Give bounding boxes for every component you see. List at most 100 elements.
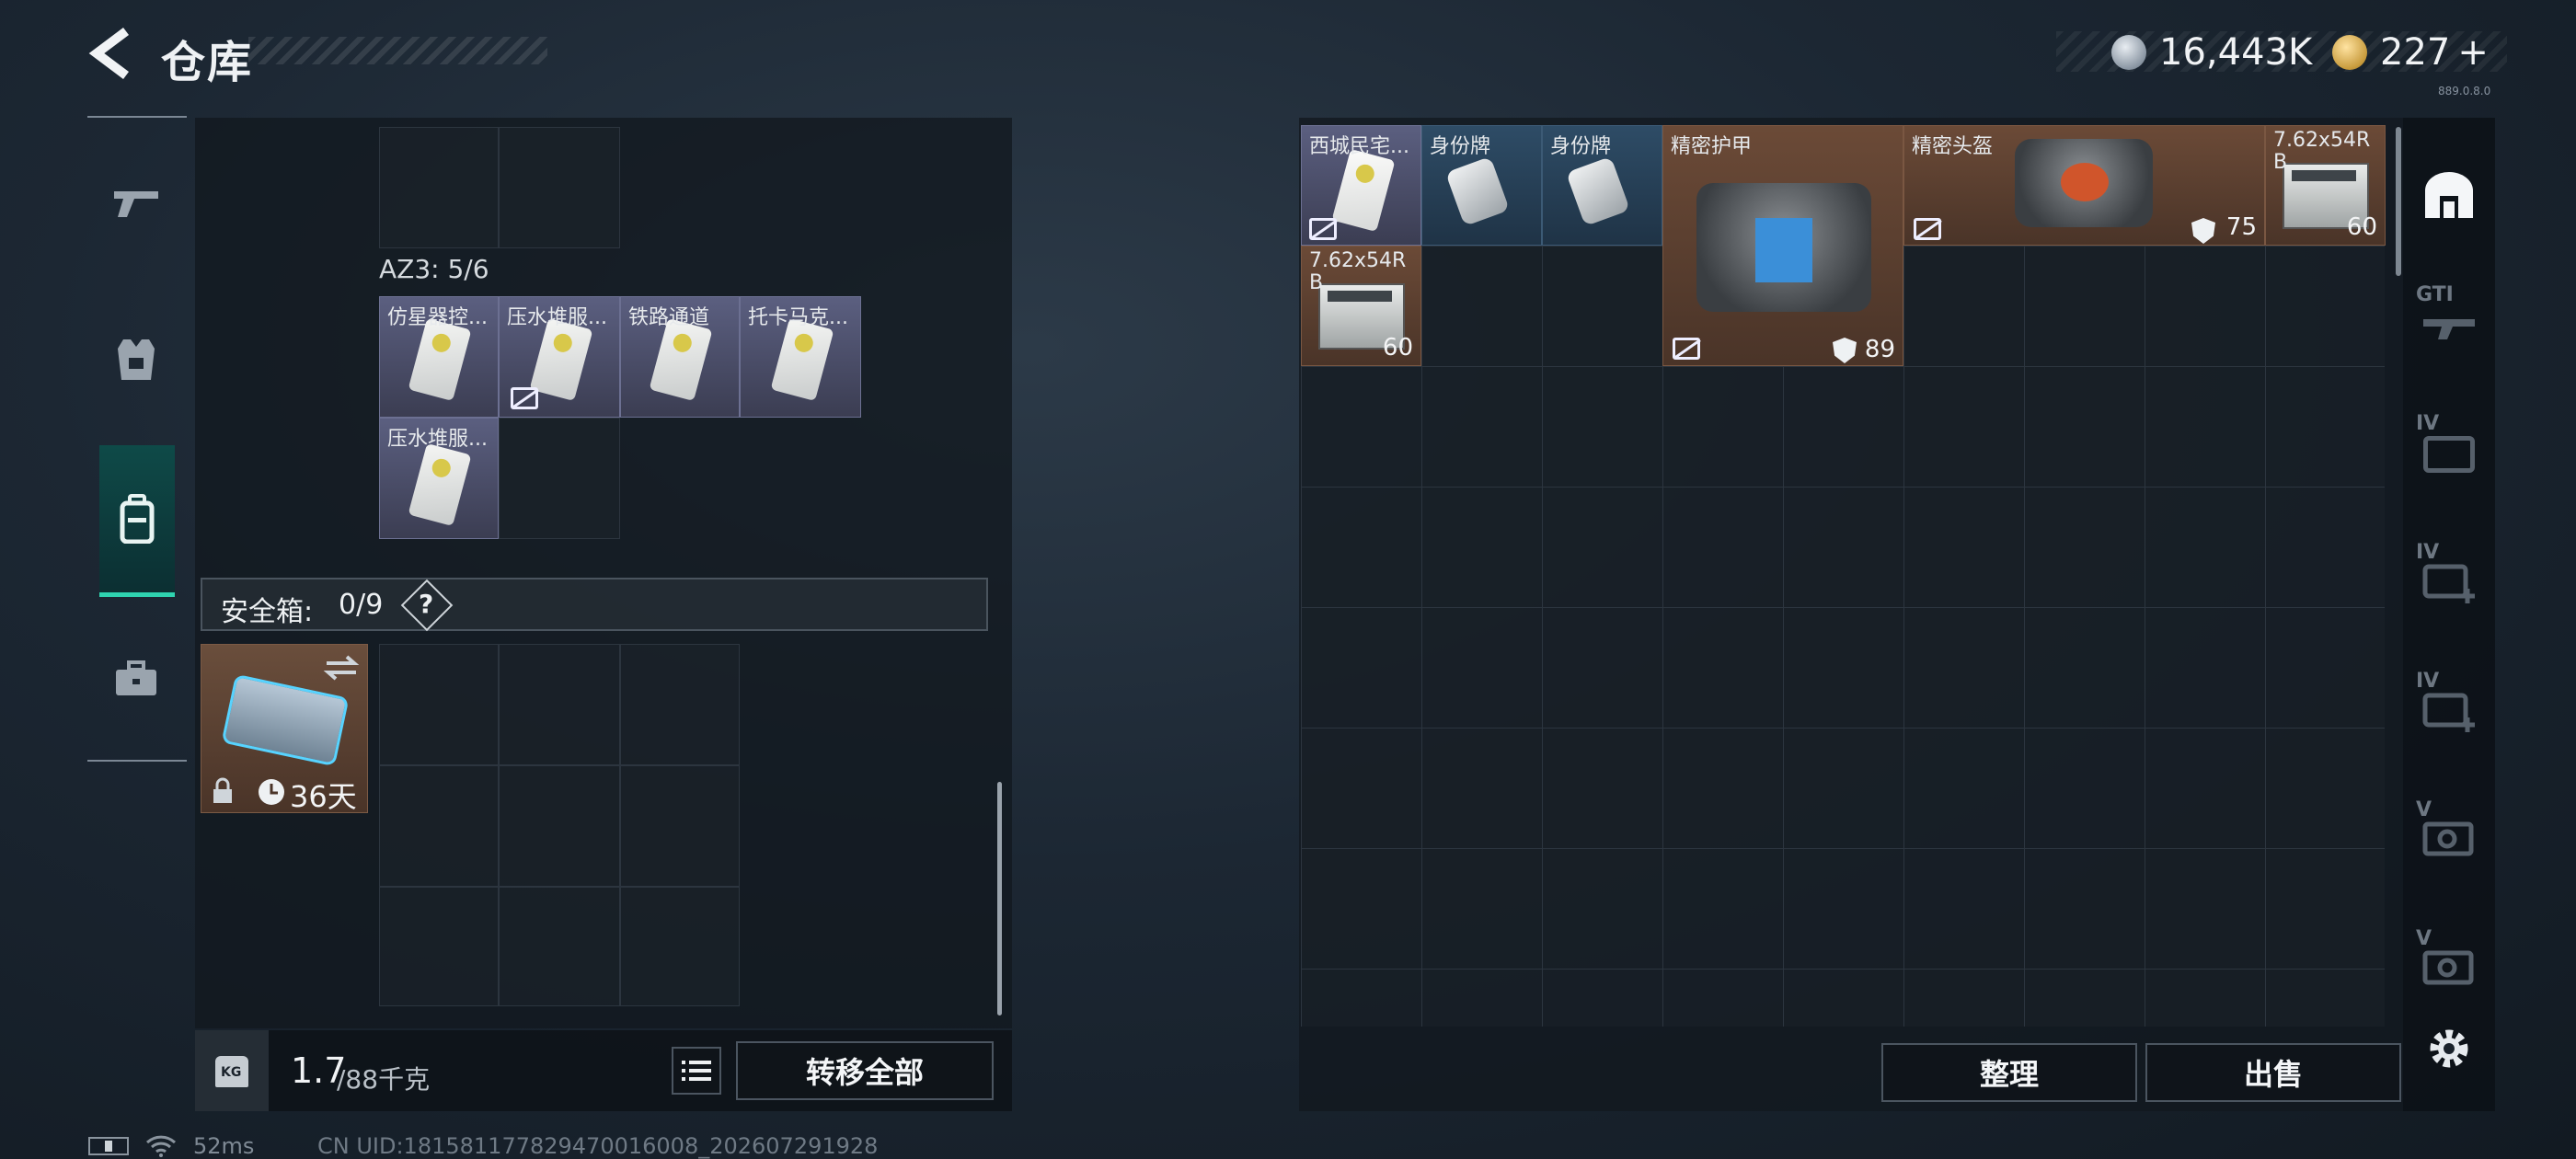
nav-case[interactable] <box>99 642 173 716</box>
weight-icon-box: KG <box>195 1030 269 1111</box>
stash-item[interactable]: 西城民宅... <box>1301 125 1421 246</box>
rifle-icon <box>2423 319 2475 339</box>
safebox-label: 安全箱: <box>221 596 314 628</box>
durability-value: 75 <box>2225 213 2257 241</box>
version-label: 889.0.8.0 <box>2438 85 2491 98</box>
durability-value: 89 <box>1864 336 1895 363</box>
gold-add-icon[interactable]: + <box>2457 31 2489 74</box>
stash-tab-ammo[interactable]: IV <box>2403 396 2495 497</box>
item-count: 60 <box>1382 334 1413 361</box>
stash-item[interactable]: 7.62x54R B 60 <box>1301 246 1421 366</box>
tool-icon <box>2422 950 2474 985</box>
clock-icon <box>259 779 284 805</box>
wifi-icon <box>145 1135 177 1157</box>
stash-item-helmet[interactable]: 精密头盔 75 <box>1903 125 2265 246</box>
no-insure-icon <box>1914 218 1941 240</box>
stash-item-armor[interactable]: 精密护甲 89 <box>1662 125 1903 366</box>
stash-tab-medical-2[interactable]: IV <box>2403 653 2495 754</box>
item-name: 精密头盔 <box>1912 135 1994 158</box>
help-label: ? <box>419 589 434 619</box>
settings-button[interactable] <box>2423 1023 2475 1074</box>
grid-cell <box>499 887 620 1006</box>
backpack-scrollbar[interactable] <box>997 782 1002 1016</box>
sort-button[interactable]: 整理 <box>1881 1043 2137 1102</box>
backpack-item[interactable]: 铁路通道 <box>620 296 740 418</box>
backpack-item[interactable]: 托卡马克... <box>740 296 861 418</box>
item-name: 西城民宅... <box>1309 135 1409 158</box>
stash-item[interactable]: 身份牌 <box>1542 125 1662 246</box>
item-name: 压水堆服... <box>387 428 488 451</box>
stash-tab-medical[interactable]: IV <box>2403 524 2495 625</box>
battery-icon <box>88 1137 129 1155</box>
folder-icon <box>2423 436 2475 473</box>
tab-label: GTI <box>2416 283 2454 306</box>
helmet-visor-icon <box>2061 163 2109 201</box>
item-name: 身份牌 <box>1550 135 1612 158</box>
stash-item[interactable]: 身份牌 <box>1421 125 1542 246</box>
medkit-icon <box>2422 693 2475 732</box>
keycard-icon <box>1331 148 1396 233</box>
nav-backpack[interactable] <box>99 445 175 597</box>
grid-cell <box>499 765 620 887</box>
vest-icon <box>118 339 155 380</box>
page-title: 仓库 <box>161 37 254 88</box>
grid-cell <box>379 887 499 1006</box>
tab-label: IV <box>2416 541 2440 564</box>
grid-cell <box>620 644 740 765</box>
tool-icon <box>2422 821 2474 856</box>
item-name: 仿星器控... <box>387 306 488 329</box>
transfer-all-button[interactable]: 转移全部 <box>736 1041 994 1100</box>
stash-tab-tools[interactable]: V <box>2403 782 2495 883</box>
grid-cell <box>379 127 499 248</box>
keycard-icon <box>529 317 593 402</box>
item-name: 7.62x54R B <box>2273 130 2371 174</box>
armor-panel-icon <box>1755 218 1812 282</box>
backpack-item[interactable]: 压水堆服... <box>499 296 620 418</box>
list-icon <box>682 1061 711 1081</box>
ping-value: 52ms <box>193 1133 255 1159</box>
stash-tab-all[interactable] <box>2403 145 2495 247</box>
title-decoration <box>248 37 547 64</box>
grid-cell <box>620 765 740 887</box>
nav-divider-bottom <box>87 760 187 762</box>
weight-max: /88千克 <box>337 1064 431 1095</box>
stash-tab-weapons[interactable]: GTI <box>2403 267 2495 368</box>
briefcase-icon <box>116 660 156 695</box>
item-name: 铁路通道 <box>628 306 710 329</box>
currency-bar: 16,443K 227 + <box>2056 31 2507 74</box>
gold-currency[interactable]: 227 + <box>2332 31 2489 74</box>
dog-tag-icon <box>1565 155 1631 227</box>
item-name: 压水堆服... <box>507 306 607 329</box>
backpack-item[interactable]: 仿星器控... <box>379 296 499 418</box>
nav-armor[interactable] <box>99 322 173 396</box>
grid-cell <box>620 887 740 1006</box>
nav-weapon[interactable] <box>99 166 173 239</box>
back-button[interactable] <box>87 26 133 81</box>
medkit-icon <box>2422 564 2475 603</box>
swap-icon[interactable] <box>323 654 360 682</box>
tab-label: V <box>2416 798 2432 821</box>
tab-label: IV <box>2416 670 2440 693</box>
safebox-count: 0/9 <box>339 589 384 621</box>
gear-icon <box>2430 1029 2468 1068</box>
item-count: 60 <box>2346 213 2377 241</box>
safebox-item[interactable]: 36天 <box>201 644 368 813</box>
stash-scrollbar[interactable] <box>2396 127 2401 276</box>
silver-currency: 16,443K <box>2111 31 2312 74</box>
grid-cell <box>379 644 499 765</box>
stash-home-icon <box>2425 172 2473 218</box>
sell-button[interactable]: 出售 <box>2145 1043 2401 1102</box>
item-name: 身份牌 <box>1430 135 1491 158</box>
list-view-button[interactable] <box>672 1047 721 1095</box>
safebox-header: 安全箱: 0/9 ? <box>201 578 988 632</box>
grid-cell <box>499 644 620 765</box>
chevron-left-icon <box>88 28 129 79</box>
backpack-item[interactable]: 压水堆服... <box>379 418 499 539</box>
silver-amount: 16,443K <box>2159 31 2313 74</box>
stash-tab-tools-2[interactable]: V <box>2403 911 2495 1012</box>
grid-cell <box>379 765 499 887</box>
stash-item[interactable]: 7.62x54R B 60 <box>2265 125 2386 246</box>
container-label: AZ3: 5/6 <box>379 254 489 284</box>
safebox-icon <box>221 673 350 767</box>
gun-icon <box>114 191 158 217</box>
